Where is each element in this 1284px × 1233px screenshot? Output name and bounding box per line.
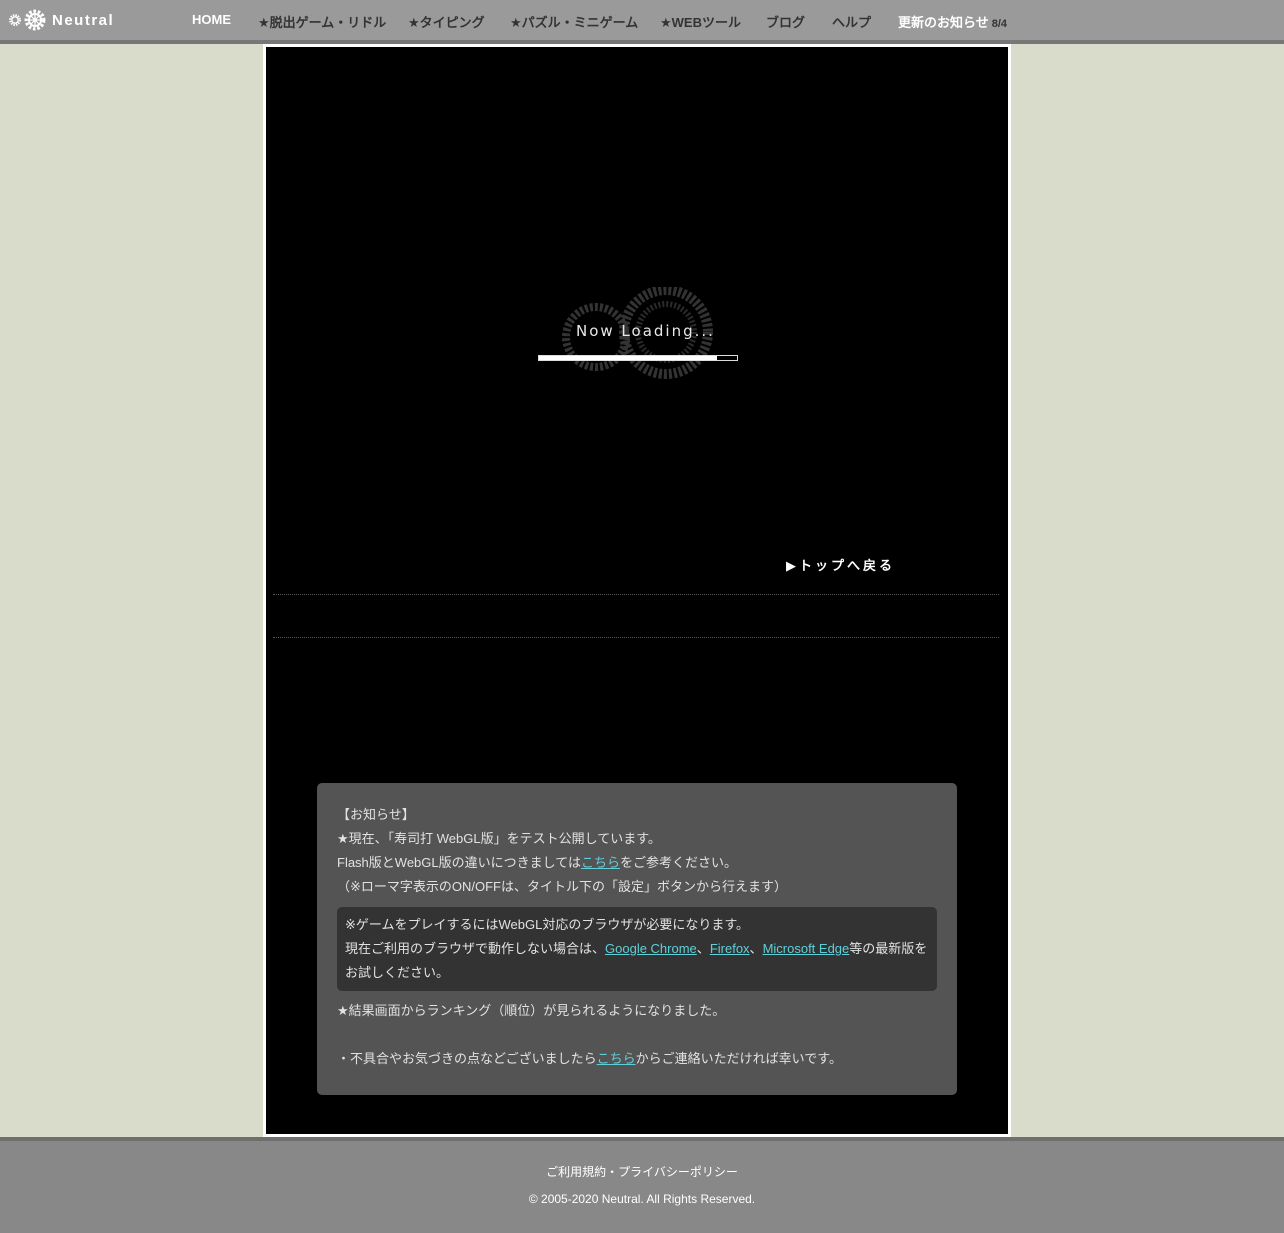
nav-blog[interactable]: ブログ <box>766 12 805 31</box>
notice-line: ★現在、「寿司打 WebGL版」をテスト公開しています。 <box>337 831 661 846</box>
back-to-top-link[interactable]: ▶トップへ戻る <box>786 555 895 574</box>
nav-typing[interactable]: ★タイピング <box>408 12 485 31</box>
notice-box: 【お知らせ】 ★現在、「寿司打 WebGL版」をテスト公開しています。 Flas… <box>317 783 957 1095</box>
notice-title: 【お知らせ】 <box>337 807 415 822</box>
loading-progress-bar <box>538 355 738 361</box>
nav-news-label: 更新のお知らせ <box>898 15 989 30</box>
nav-home[interactable]: HOME <box>192 12 231 27</box>
contact-link[interactable]: こちら <box>597 1051 636 1066</box>
browser-requirement-box: ※ゲームをプレイするにはWebGL対応のブラウザが必要になります。 現在ご利用の… <box>337 907 937 991</box>
notice-text: をご参考ください。 <box>620 855 738 870</box>
nav-puzzle[interactable]: ★パズル・ミニゲーム <box>510 12 638 31</box>
notice-line: ★結果画面からランキング（順位）が見られるようになりました。 <box>337 1003 726 1018</box>
notice-text: Flash版とWebGL版の違いにつきましては <box>337 855 581 870</box>
gear-icon <box>24 9 46 31</box>
gear-icon <box>9 14 21 26</box>
chrome-link[interactable]: Google Chrome <box>605 941 697 956</box>
copyright: © 2005-2020 Neutral. All Rights Reserved… <box>528 1192 756 1206</box>
content-frame: Now Loading... ▶トップへ戻る 【お知らせ】 ★現在、「寿司打 W… <box>263 44 1011 1137</box>
notice-line: ・不具合やお気づきの点などございましたらこちらからご連絡いただければ幸いです。 <box>337 1047 937 1071</box>
top-nav-bar: Neutral HOME ★脱出ゲーム・リドル ★タイピング ★パズル・ミニゲー… <box>0 0 1284 44</box>
separator: 、 <box>749 941 763 956</box>
loading-progress-fill <box>539 356 718 360</box>
separator: 、 <box>696 941 710 956</box>
comparison-link[interactable]: こちら <box>581 855 620 870</box>
notice-line: Flash版とWebGL版の違いにつきましてはこちらをご参考ください。 <box>337 851 937 875</box>
nav-news-date: 8/4 <box>991 18 1008 30</box>
notice-text: ・不具合やお気づきの点などございましたら <box>337 1051 597 1066</box>
divider <box>273 594 999 595</box>
requirement-line: ※ゲームをプレイするにはWebGL対応のブラウザが必要になります。 <box>345 917 750 932</box>
footer: ご利用規約・プライバシーポリシー © 2005-2020 Neutral. Al… <box>0 1137 1284 1233</box>
game-canvas[interactable]: Now Loading... ▶トップへ戻る <box>266 47 1008 587</box>
terms-privacy-link[interactable]: ご利用規約・プライバシーポリシー <box>546 1165 738 1179</box>
notice-text: からご連絡いただければ幸いです。 <box>635 1051 842 1066</box>
loading-indicator: Now Loading... <box>536 287 746 382</box>
game-stage: Now Loading... ▶トップへ戻る 【お知らせ】 ★現在、「寿司打 W… <box>266 47 1008 1134</box>
loading-text: Now Loading... <box>576 322 715 340</box>
edge-link[interactable]: Microsoft Edge <box>763 941 850 956</box>
requirement-text: 現在ご利用のブラウザで動作しない場合は、 <box>345 941 606 956</box>
notice-line: （※ローマ字表示のON/OFFは、タイトル下の「設定」ボタンから行えます） <box>337 879 787 894</box>
firefox-link[interactable]: Firefox <box>710 941 750 956</box>
requirement-line: 現在ご利用のブラウザで動作しない場合は、Google Chrome、Firefo… <box>345 937 929 985</box>
site-logo[interactable]: Neutral <box>8 8 114 32</box>
logo-text: Neutral <box>52 11 115 29</box>
divider <box>273 637 999 638</box>
nav-escape-games[interactable]: ★脱出ゲーム・リドル <box>258 12 386 31</box>
nav-web-tools[interactable]: ★WEBツール <box>660 12 741 31</box>
nav-news[interactable]: 更新のお知らせ 8/4 <box>898 12 1007 31</box>
nav-help[interactable]: ヘルプ <box>832 12 871 31</box>
